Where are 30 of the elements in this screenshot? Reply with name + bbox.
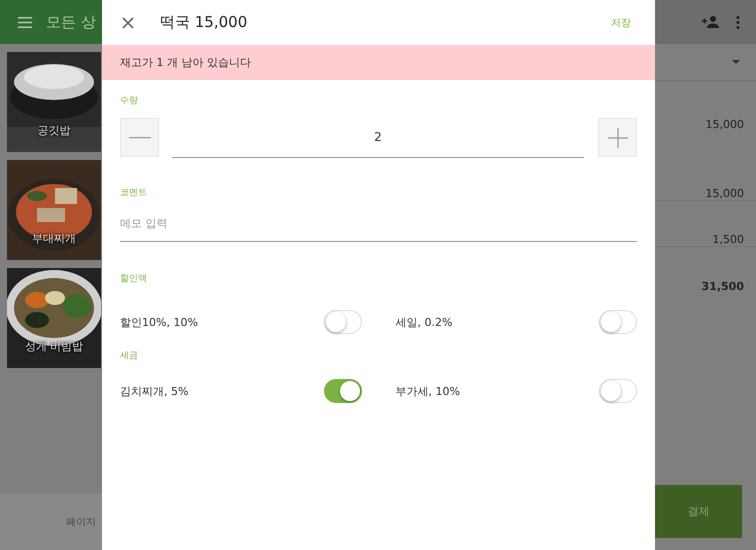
app-title: 모든 상 (46, 12, 96, 32)
close-button[interactable] (120, 14, 136, 30)
minus-icon (128, 136, 150, 138)
option-label: 부가세, 10% (396, 384, 460, 398)
option-label: 할인10%, 10% (120, 314, 198, 330)
product-name: 공깃밥 (36, 123, 72, 138)
dropdown-caret-icon[interactable] (732, 60, 740, 64)
quantity-label: 수량 (120, 95, 138, 107)
plus-icon (608, 128, 628, 148)
total-amount: 31,500 (702, 280, 744, 293)
more-icon[interactable] (736, 16, 740, 28)
option-label: 세일, 0.2% (396, 314, 452, 330)
section-label: 세금 (120, 350, 138, 362)
product-name: 성게 비빔밥 (24, 339, 84, 354)
pay-button[interactable]: 결제 (655, 485, 742, 538)
page-label: 페이지 (66, 516, 96, 529)
comment-label: 코멘트 (120, 187, 147, 199)
option-label: 김치찌개, 5% (120, 384, 188, 398)
amount-text: 1,500 (712, 233, 744, 246)
amount-text: 15,000 (706, 187, 744, 200)
save-button[interactable]: 저장 (607, 12, 635, 34)
section-label: 할인액 (120, 273, 147, 285)
menu-icon[interactable] (18, 16, 32, 28)
stock-notice: 재고가 1 개 남아 있습니다 (102, 45, 655, 80)
toggle-switch[interactable] (324, 379, 362, 403)
dialog-title: 떡국 15,000 (160, 13, 248, 32)
close-icon (120, 14, 136, 30)
increase-button[interactable] (598, 118, 637, 157)
add-person-icon[interactable] (702, 16, 720, 28)
amount-text: 15,000 (706, 118, 744, 131)
